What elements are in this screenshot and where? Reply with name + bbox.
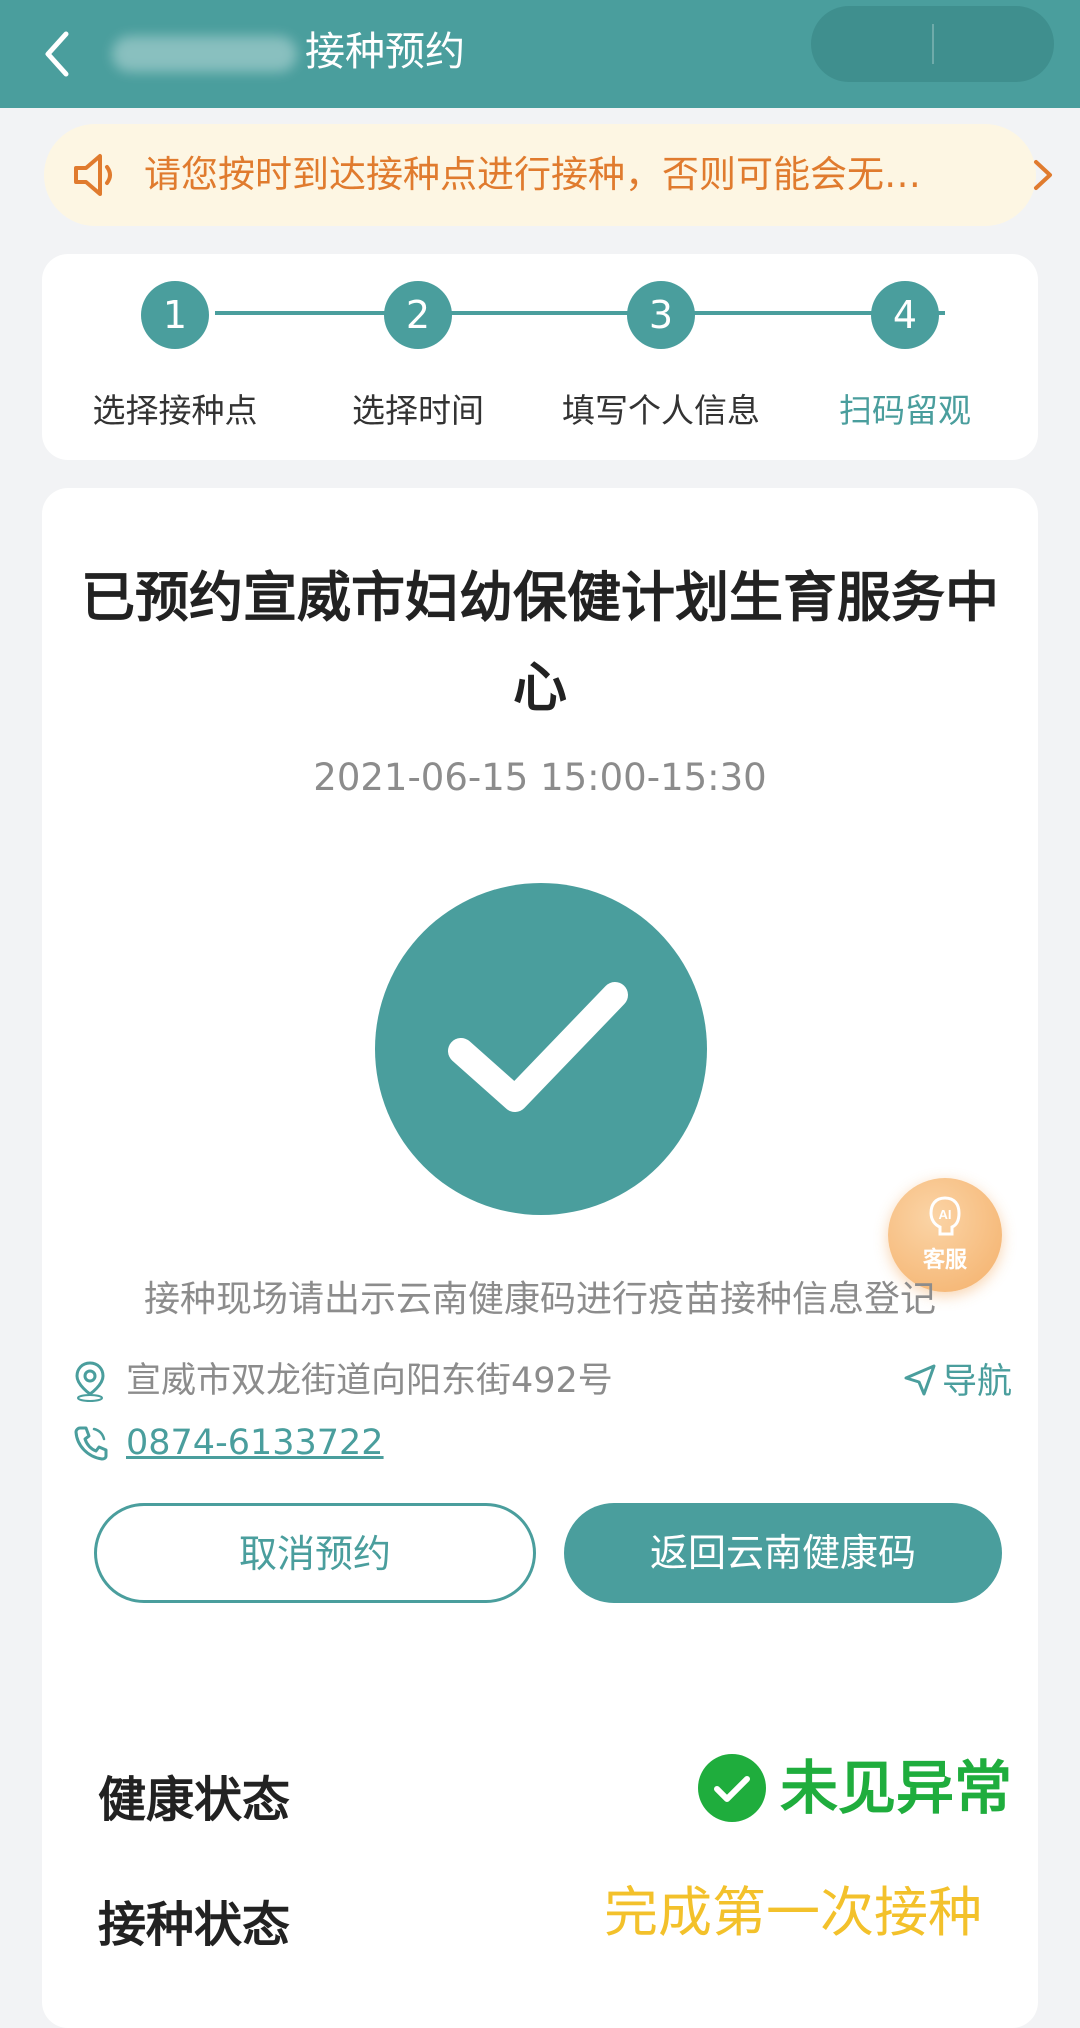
steps-connector [215,311,945,315]
close-button[interactable] [934,6,1054,82]
location-pin-icon [75,1361,105,1402]
appointment-datetime: 2021-06-15 15:00-15:30 [313,756,767,799]
svg-text:AI: AI [939,1207,952,1222]
return-health-code-button[interactable]: 返回云南健康码 [564,1503,1002,1603]
step-4-label: 扫码留观 [839,391,971,430]
page-title: 接种预约 [112,22,465,82]
step-2-label: 选择时间 [352,391,484,430]
appointment-title: 已预约宣威市妇幼保健计划生育服务中心 [81,566,999,719]
health-status-label: 健康状态 [98,1772,291,1828]
cancel-appointment-button[interactable]: 取消预约 [94,1503,536,1603]
step-3-label: 填写个人信息 [562,391,760,430]
phone-link[interactable]: 0874-6133722 [126,1418,384,1468]
blurred-name [112,36,297,72]
step-1-circle: 1 [141,281,209,349]
ai-robot-icon: AI [929,1196,961,1236]
progress-steps: 1 2 3 4 选择接种点 选择时间 填写个人信息 扫码留观 [42,254,1038,460]
navigate-label: 导航 [942,1362,1013,1402]
health-status-value: 未见异常 [654,1748,1034,1828]
instruction-text: 接种现场请出示云南健康码进行疫苗接种信息登记 [143,1279,936,1320]
health-status-text: 未见异常 [780,1754,1013,1822]
chevron-right-icon [1034,160,1052,190]
address-row: 宣威市双龙街道向阳东街492号 导航 [72,1356,1012,1408]
success-badge [375,883,707,1215]
step-1-label: 选择接种点 [92,391,258,430]
more-button[interactable] [811,6,931,82]
checkmark-icon [448,982,628,1112]
notice-text: 请您按时到达接种点进行接种，否则可能会无… [144,153,921,196]
app-header: 接种预约 [0,0,1080,108]
speaker-icon [74,154,112,196]
mini-program-capsule [811,6,1054,82]
step-3-circle: 3 [627,281,695,349]
vaccination-status-label: 接种状态 [98,1897,291,1953]
appointment-card: 已预约宣威市妇幼保健计划生育服务中心 2021-06-15 15:00-15:3… [42,488,1038,2028]
check-circle-icon [698,1754,766,1822]
navigation-arrow-icon [904,1364,936,1396]
phone-row: 0874-6133722 [72,1418,572,1470]
vaccination-status-value: 完成第一次接种 [604,1881,982,1944]
notice-banner[interactable]: 请您按时到达接种点进行接种，否则可能会无… [44,124,1052,226]
step-2-circle: 2 [384,281,452,349]
chevron-left-icon[interactable] [38,26,78,82]
page-title-text: 接种预约 [305,29,465,75]
phone-icon [74,1426,108,1461]
address-text: 宣威市双龙街道向阳东街492号 [126,1361,613,1401]
step-4-circle: 4 [871,281,939,349]
navigate-link[interactable]: 导航 [902,1356,1012,1408]
